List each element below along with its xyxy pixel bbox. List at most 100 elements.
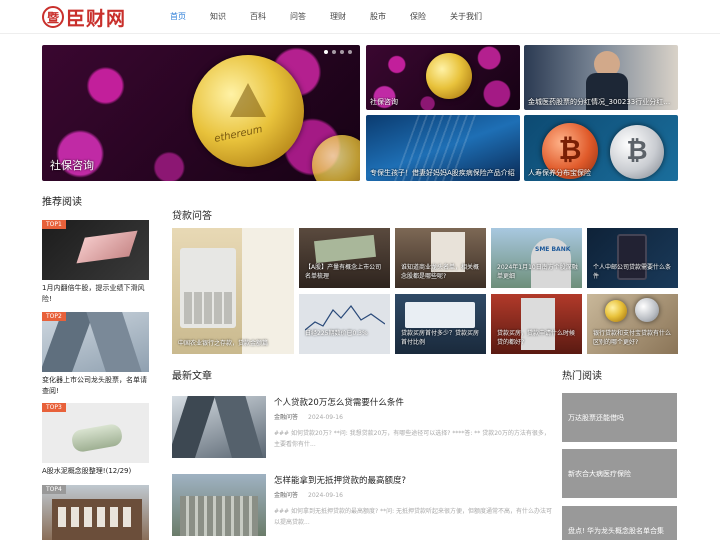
nav-item-qa[interactable]: 问答 bbox=[290, 0, 306, 34]
logo-mark: 暨 bbox=[42, 6, 64, 28]
nav-item-home[interactable]: 首页 bbox=[170, 0, 186, 34]
article-item[interactable]: 个人贷款20万怎么贷需要什么条件 金融问答 2024-09-16 ### 如何贷款… bbox=[172, 396, 552, 458]
recommend-image: TOP4 bbox=[42, 485, 149, 540]
bank-sign: SME BANK bbox=[535, 246, 571, 253]
money-roll-image bbox=[70, 422, 124, 454]
calculator-keys bbox=[184, 292, 232, 324]
coin-image bbox=[426, 53, 472, 99]
carousel-dot[interactable] bbox=[332, 50, 336, 54]
recommend-text: A股水泥概念股整理!(12/29) bbox=[42, 467, 132, 475]
article-title[interactable]: 个人贷款20万怎么贷需要什么条件 bbox=[274, 396, 404, 408]
rank-badge: TOP4 bbox=[42, 485, 66, 494]
article-item[interactable]: 怎样能拿到无抵押贷款的最高额度? 金融问答 2024-09-16 ### 如何拿到… bbox=[172, 474, 552, 536]
hero-tile[interactable]: 社保咨询 bbox=[366, 45, 520, 110]
nav-item-about[interactable]: 关于我们 bbox=[450, 0, 482, 34]
recommend-item[interactable]: TOP3 A股水泥概念股整理!(12/29) bbox=[42, 403, 149, 477]
hot-title: 热门阅读 bbox=[562, 371, 602, 382]
coin-image: ethereum bbox=[192, 55, 304, 167]
loan-item[interactable]: 个人中邮公司贷款需要什么条件 bbox=[587, 228, 678, 288]
loan-item[interactable]: 银行贷款和支付宝贷款有什么区别的哪个更好? bbox=[587, 294, 678, 354]
recommend-text: 变化器上市公司龙头股票，名单请查阅! bbox=[42, 376, 147, 395]
nav-item-insurance[interactable]: 保险 bbox=[410, 0, 426, 34]
article-meta: 金融问答 2024-09-16 bbox=[274, 412, 343, 421]
nav-item-encyclopedia[interactable]: 百科 bbox=[250, 0, 266, 34]
hot-item[interactable]: 盘点! 华为龙头概念股名单合集 bbox=[562, 506, 677, 540]
recommend-item[interactable]: TOP4 bbox=[42, 485, 149, 540]
hero-tile[interactable]: 专保生孩子！借妻好妈妈A股疾病保险产品介绍 bbox=[366, 115, 520, 181]
recommend-image: TOP1 bbox=[42, 220, 149, 280]
article-image bbox=[172, 474, 266, 536]
loan-caption: 贷款买房，贷款申请什么时候贷的都好? bbox=[497, 330, 576, 346]
articles-title: 最新文章 bbox=[172, 371, 212, 382]
nav-item-knowledge[interactable]: 知识 bbox=[210, 0, 226, 34]
laptop-image bbox=[76, 230, 138, 264]
loan-item[interactable]: 【A股】产量有概念上市公司名单梳理 bbox=[299, 228, 390, 288]
document-image bbox=[405, 302, 475, 328]
carousel-dot[interactable] bbox=[348, 50, 352, 54]
recommend-title: 推荐阅读 bbox=[42, 197, 82, 208]
building-image bbox=[42, 312, 95, 372]
article-date: 2024-09-16 bbox=[308, 492, 343, 499]
nav-item-stocks[interactable]: 股市 bbox=[370, 0, 386, 34]
carousel-dot[interactable] bbox=[340, 50, 344, 54]
paper-image bbox=[242, 228, 294, 354]
hero-caption: 社保咨询 bbox=[50, 159, 94, 172]
ethereum-icon bbox=[230, 82, 266, 117]
rank-badge: TOP2 bbox=[42, 312, 66, 321]
loan-item[interactable]: 贷款买房首付多少？贷款买房首付比例 bbox=[395, 294, 486, 354]
building-image bbox=[172, 396, 216, 458]
site-header: 暨 臣财网 首页 知识 百科 问答 理财 股市 保险 关于我们 bbox=[0, 0, 720, 34]
recommend-text: 1月内翻倍牛股，提示业绩下滑风险! bbox=[42, 284, 145, 303]
loan-caption: 中国农业银行之存款，贷款金额篇 bbox=[178, 340, 269, 347]
logo-text: 臣财网 bbox=[66, 7, 127, 30]
site-logo[interactable]: 暨 臣财网 bbox=[42, 5, 127, 30]
article-category[interactable]: 金融问答 bbox=[274, 414, 298, 421]
loan-caption: 日经225期数价已0.3% bbox=[305, 330, 368, 337]
rank-badge: TOP1 bbox=[42, 220, 66, 229]
loan-caption: 贷款买房首付多少？贷款买房首付比例 bbox=[401, 330, 480, 346]
hero-tile-caption: 社保咨询 bbox=[370, 98, 398, 106]
recommend-item[interactable]: TOP2 变化器上市公司龙头股票，名单请查阅! bbox=[42, 312, 149, 397]
building-image bbox=[180, 496, 258, 536]
loan-item[interactable]: 贷款买房，贷款申请什么时候贷的都好? bbox=[491, 294, 582, 354]
article-summary: ### 如何贷款20万? **问: 我想贷款20万，有哪些途径可以选择? ***… bbox=[274, 430, 550, 448]
loan-item[interactable]: SME BANK 2024年1月10日南方个股深融单更细 bbox=[491, 228, 582, 288]
article-date: 2024-09-16 bbox=[308, 414, 343, 421]
loan-item[interactable]: 中国农业银行之存款，贷款金额篇 bbox=[172, 228, 294, 354]
loan-item[interactable]: 谁知道商业龙头名单，相关概念股都是哪些呢? bbox=[395, 228, 486, 288]
loan-caption: 银行贷款和支付宝贷款有什么区别的哪个更好? bbox=[593, 330, 672, 346]
article-meta: 金融问答 2024-09-16 bbox=[274, 490, 343, 499]
carousel-dot[interactable] bbox=[324, 50, 328, 54]
hero-carousel[interactable]: ethereum 社保咨询 bbox=[42, 45, 360, 181]
loan-caption: 谁知道商业龙头名单，相关概念股都是哪些呢? bbox=[401, 264, 480, 280]
banknote-image bbox=[314, 234, 376, 264]
hot-item[interactable]: 万达股票还能借吗 bbox=[562, 393, 677, 442]
loan-caption: 【A股】产量有概念上市公司名单梳理 bbox=[305, 264, 382, 280]
coin-text: ethereum bbox=[213, 124, 264, 145]
nav-item-finance[interactable]: 理财 bbox=[330, 0, 346, 34]
coin-image bbox=[635, 298, 659, 322]
recommend-image: TOP2 bbox=[42, 312, 149, 372]
main-nav: 首页 知识 百科 问答 理财 股市 保险 关于我们 bbox=[170, 0, 506, 34]
hero-tile[interactable]: ₿ ₿ 人寿保养分布宝保险 bbox=[524, 115, 678, 181]
building-image bbox=[213, 396, 265, 458]
hero-tile-caption: 人寿保养分布宝保险 bbox=[528, 169, 591, 177]
rank-badge: TOP3 bbox=[42, 403, 66, 412]
article-category[interactable]: 金融问答 bbox=[274, 492, 298, 499]
loans-title: 贷款问答 bbox=[172, 211, 212, 222]
recommend-image: TOP3 bbox=[42, 403, 149, 463]
coin-image bbox=[605, 300, 627, 322]
hero-tile-caption: 金城医药股票的分红情况_300233行业分红排... bbox=[528, 98, 674, 106]
window-image bbox=[58, 507, 136, 527]
loan-caption: 2024年1月10日南方个股深融单更细 bbox=[497, 264, 578, 280]
article-title[interactable]: 怎样能拿到无抵押贷款的最高额度? bbox=[274, 474, 406, 486]
loan-caption: 个人中邮公司贷款需要什么条件 bbox=[593, 264, 672, 280]
hero-tile[interactable]: 金城医药股票的分红情况_300233行业分红排... bbox=[524, 45, 678, 110]
loan-item[interactable]: 日经225期数价已0.3% bbox=[299, 294, 390, 354]
hot-item[interactable]: 新农合大病医疗保险 bbox=[562, 449, 677, 498]
building-image bbox=[85, 312, 143, 372]
article-summary: ### 如何拿到无抵押贷款的最高额度? **问: 无抵押贷款听起来很方便，但额度… bbox=[274, 508, 553, 526]
carousel-dots bbox=[320, 50, 352, 54]
hero-tile-caption: 专保生孩子！借妻好妈妈A股疾病保险产品介绍 bbox=[370, 169, 515, 177]
recommend-item[interactable]: TOP1 1月内翻倍牛股，提示业绩下滑风险! bbox=[42, 220, 149, 305]
